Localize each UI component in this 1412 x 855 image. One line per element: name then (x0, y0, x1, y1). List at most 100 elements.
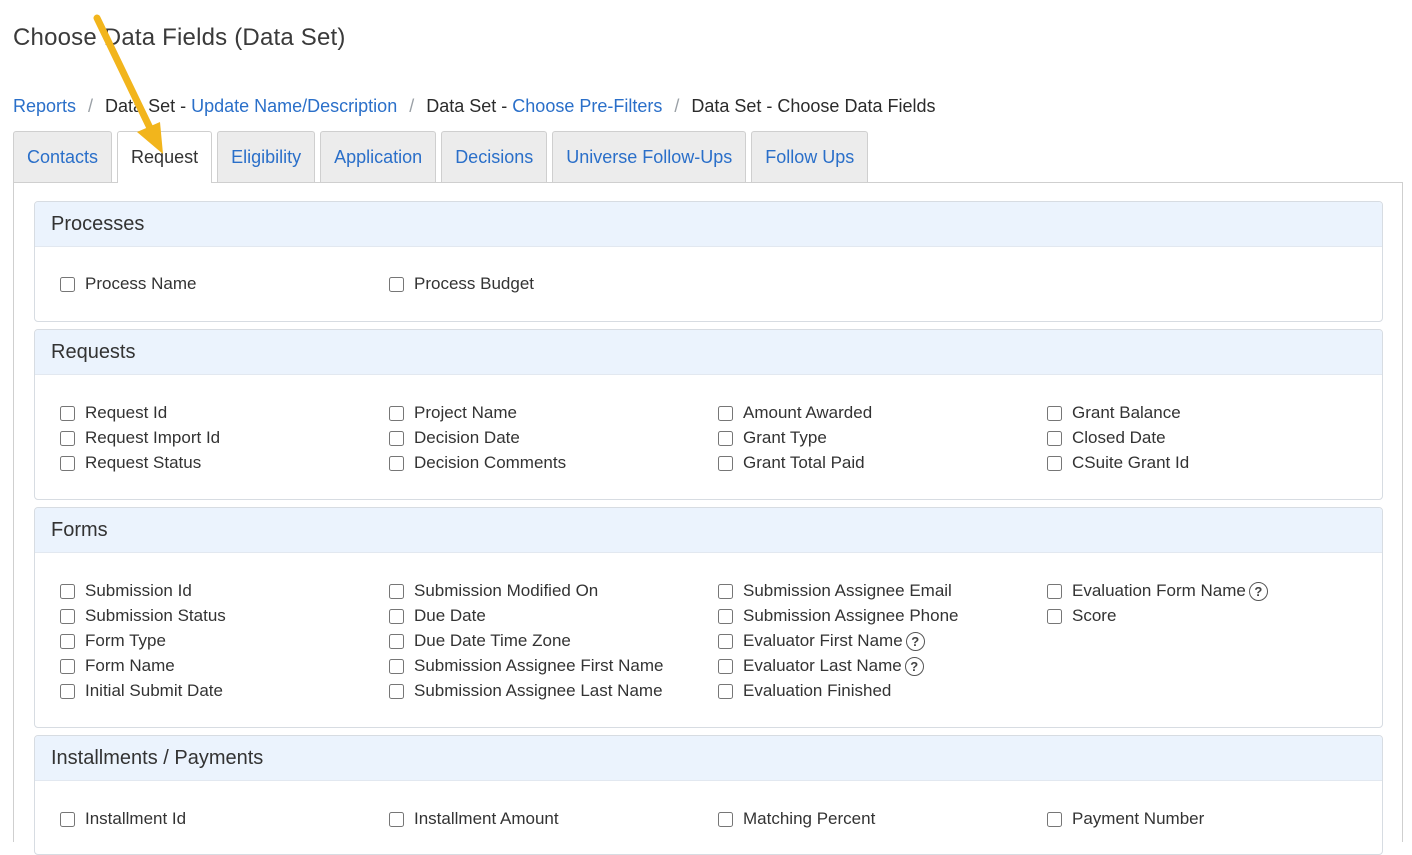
evaluator-first-name-checkbox[interactable] (718, 633, 733, 649)
field-amount-awarded[interactable]: Amount Awarded (718, 403, 872, 423)
installments-panel: Installments / Payments Installment Id In… (34, 735, 1383, 855)
evaluation-finished-checkbox[interactable] (718, 683, 733, 699)
field-request-status[interactable]: Request Status (60, 453, 201, 473)
csuite-grant-id-checkbox[interactable] (1047, 455, 1062, 471)
field-grant-balance[interactable]: Grant Balance (1047, 403, 1181, 423)
field-label: Decision Comments (414, 453, 567, 472)
form-name-checkbox[interactable] (60, 658, 75, 674)
process-name-checkbox[interactable] (60, 276, 75, 292)
field-installment-amount[interactable]: Installment Amount (389, 809, 559, 829)
submission-assignee-first-name-checkbox[interactable] (389, 658, 404, 674)
submission-assignee-phone-checkbox[interactable] (718, 608, 733, 624)
breadcrumb-update-name-link[interactable]: Update Name/Description (191, 96, 397, 117)
processes-panel: Processes Process Name Process Budget (34, 201, 1383, 322)
field-process-budget[interactable]: Process Budget (389, 274, 534, 294)
help-icon[interactable]: ? (1248, 581, 1268, 601)
field-score[interactable]: Score (1047, 606, 1116, 626)
field-evaluation-finished[interactable]: Evaluation Finished (718, 681, 891, 701)
tab-follow-ups[interactable]: Follow Ups (751, 131, 869, 182)
initial-submit-date-checkbox[interactable] (60, 683, 75, 699)
field-form-name[interactable]: Form Name (60, 656, 175, 676)
field-label: Project Name (414, 403, 517, 422)
request-import-id-checkbox[interactable] (60, 430, 75, 446)
tab-request[interactable]: Request (117, 131, 213, 183)
field-due-date-time-zone[interactable]: Due Date Time Zone (389, 631, 571, 651)
panel-title: Processes (35, 202, 1382, 247)
submission-status-checkbox[interactable] (60, 608, 75, 624)
field-request-import-id[interactable]: Request Import Id (60, 428, 220, 448)
field-process-name[interactable]: Process Name (60, 274, 196, 294)
tab-application[interactable]: Application (320, 131, 437, 182)
field-evaluator-last-name[interactable]: Evaluator Last Name? (718, 656, 924, 676)
field-due-date[interactable]: Due Date (389, 606, 486, 626)
decision-date-checkbox[interactable] (389, 430, 404, 446)
field-decision-comments[interactable]: Decision Comments (389, 453, 566, 473)
field-grant-total-paid[interactable]: Grant Total Paid (718, 453, 865, 473)
field-submission-assignee-phone[interactable]: Submission Assignee Phone (718, 606, 958, 626)
amount-awarded-checkbox[interactable] (718, 405, 733, 421)
installment-id-checkbox[interactable] (60, 811, 75, 827)
decision-comments-checkbox[interactable] (389, 455, 404, 471)
field-csuite-grant-id[interactable]: CSuite Grant Id (1047, 453, 1189, 473)
field-evaluation-form-name[interactable]: Evaluation Form Name? (1047, 581, 1268, 601)
score-checkbox[interactable] (1047, 608, 1062, 624)
tab-contacts[interactable]: Contacts (13, 131, 113, 182)
field-submission-assignee-first-name[interactable]: Submission Assignee First Name (389, 656, 663, 676)
evaluation-form-name-checkbox[interactable] (1047, 583, 1062, 599)
field-submission-modified-on[interactable]: Submission Modified On (389, 581, 598, 601)
grant-total-paid-checkbox[interactable] (718, 455, 733, 471)
field-form-type[interactable]: Form Type (60, 631, 166, 651)
field-project-name[interactable]: Project Name (389, 403, 517, 423)
help-icon[interactable]: ? (905, 631, 925, 651)
field-initial-submit-date[interactable]: Initial Submit Date (60, 681, 223, 701)
submission-assignee-last-name-checkbox[interactable] (389, 683, 404, 699)
request-status-checkbox[interactable] (60, 455, 75, 471)
closed-date-checkbox[interactable] (1047, 430, 1062, 446)
grant-type-checkbox[interactable] (718, 430, 733, 446)
breadcrumb-separator: / (674, 96, 680, 116)
field-grant-type[interactable]: Grant Type (718, 428, 827, 448)
matching-percent-checkbox[interactable] (718, 811, 733, 827)
field-label: Process Name (85, 274, 197, 293)
field-submission-assignee-email[interactable]: Submission Assignee Email (718, 581, 952, 601)
tab-decisions[interactable]: Decisions (441, 131, 548, 182)
field-request-id[interactable]: Request Id (60, 403, 167, 423)
field-submission-assignee-last-name[interactable]: Submission Assignee Last Name (389, 681, 663, 701)
requests-panel: Requests Request Id Request Import Id Requ… (34, 329, 1383, 500)
submission-id-checkbox[interactable] (60, 583, 75, 599)
field-label: Submission Assignee Email (743, 581, 952, 600)
tab-universe-follow-ups[interactable]: Universe Follow-Ups (552, 131, 747, 182)
help-icon[interactable]: ? (904, 656, 924, 676)
request-id-checkbox[interactable] (60, 405, 75, 421)
field-submission-status[interactable]: Submission Status (60, 606, 226, 626)
field-evaluator-first-name[interactable]: Evaluator First Name? (718, 631, 925, 651)
field-installment-id[interactable]: Installment Id (60, 809, 186, 829)
field-closed-date[interactable]: Closed Date (1047, 428, 1166, 448)
field-payment-number[interactable]: Payment Number (1047, 809, 1204, 829)
forms-panel: Forms Submission Id Submission Status Form… (34, 507, 1383, 728)
tab-eligibility[interactable]: Eligibility (217, 131, 316, 182)
field-label: Due Date (414, 606, 486, 625)
field-matching-percent[interactable]: Matching Percent (718, 809, 875, 829)
grant-balance-checkbox[interactable] (1047, 405, 1062, 421)
breadcrumb-prefilters-link[interactable]: Choose Pre-Filters (512, 96, 662, 117)
process-budget-checkbox[interactable] (389, 276, 404, 292)
project-name-checkbox[interactable] (389, 405, 404, 421)
evaluator-last-name-checkbox[interactable] (718, 658, 733, 674)
field-label: Submission Status (85, 606, 226, 625)
field-submission-id[interactable]: Submission Id (60, 581, 192, 601)
breadcrumb-reports-link[interactable]: Reports (13, 96, 76, 117)
installment-amount-checkbox[interactable] (389, 811, 404, 827)
submission-modified-on-checkbox[interactable] (389, 583, 404, 599)
payment-number-checkbox[interactable] (1047, 811, 1062, 827)
field-decision-date[interactable]: Decision Date (389, 428, 520, 448)
due-date-time-zone-checkbox[interactable] (389, 633, 404, 649)
due-date-checkbox[interactable] (389, 608, 404, 624)
panel-title: Installments / Payments (35, 736, 1382, 781)
field-label: Submission Assignee Phone (743, 606, 959, 625)
field-label: Matching Percent (743, 809, 876, 828)
field-label: Amount Awarded (743, 403, 873, 422)
breadcrumb-prefix: Data Set - (105, 96, 187, 116)
form-type-checkbox[interactable] (60, 633, 75, 649)
submission-assignee-email-checkbox[interactable] (718, 583, 733, 599)
